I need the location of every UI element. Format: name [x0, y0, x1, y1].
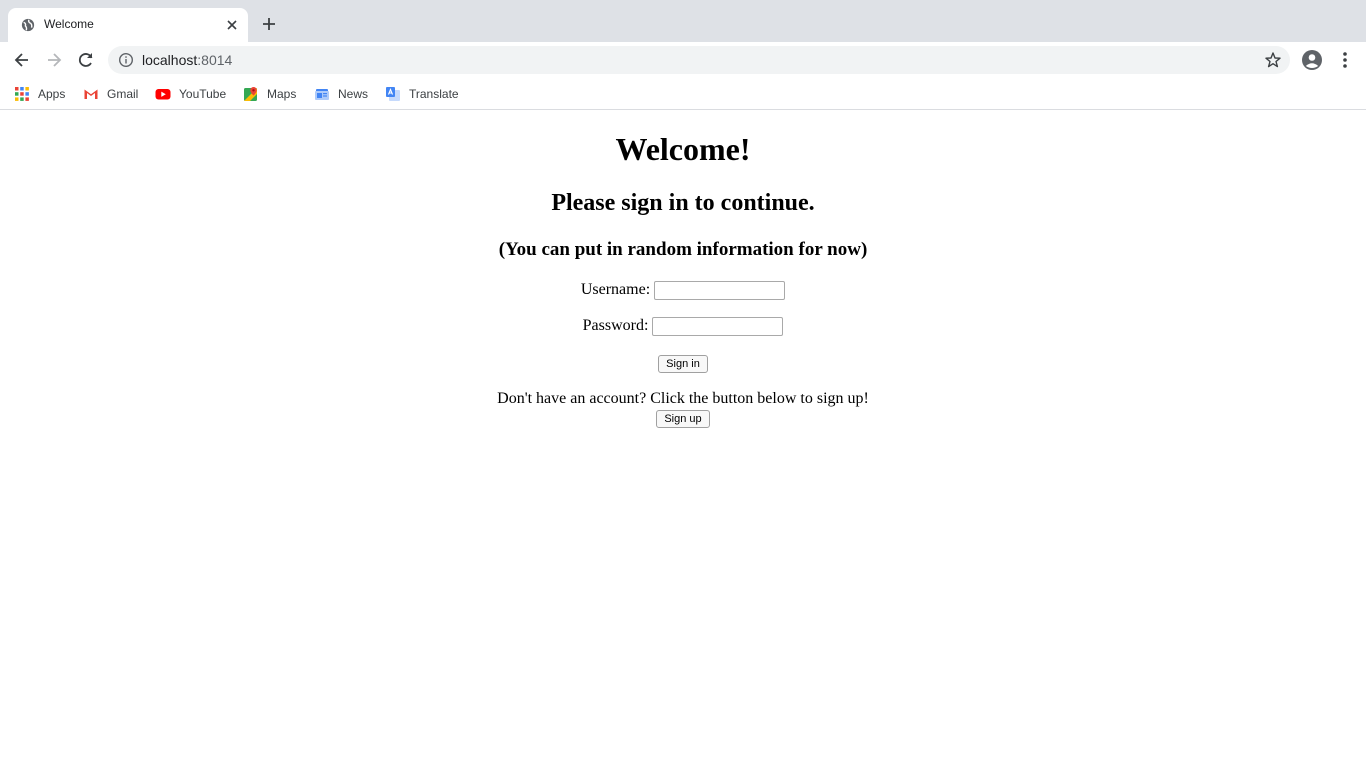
- globe-icon: [21, 18, 35, 32]
- bookmark-gmail[interactable]: Gmail: [83, 84, 138, 104]
- bookmark-label: YouTube: [179, 87, 227, 101]
- signup-row: Sign up: [0, 410, 1366, 428]
- page-note: (You can put in random information for n…: [498, 239, 868, 260]
- apps-grid-icon: [15, 87, 29, 101]
- bookmark-label: Apps: [38, 87, 66, 101]
- page-title: Welcome!: [615, 131, 751, 167]
- tab-title: Welcome: [44, 17, 94, 31]
- password-row: Password:: [0, 314, 1366, 338]
- sign-in-button[interactable]: Sign in: [658, 355, 708, 373]
- youtube-icon: [155, 89, 171, 100]
- username-input[interactable]: [654, 280, 786, 300]
- info-icon[interactable]: [118, 52, 134, 68]
- news-icon: [315, 89, 329, 100]
- more-vert-icon[interactable]: [1336, 50, 1354, 70]
- url-text: localhost:8014: [142, 52, 232, 68]
- bookmarks-bar: Apps Gmail YouTube Maps News Translate: [0, 78, 1366, 110]
- maps-icon: [244, 87, 257, 101]
- forward-icon[interactable]: [44, 50, 64, 70]
- profile-icon[interactable]: [1301, 49, 1323, 71]
- page-subtitle: Please sign in to continue.: [551, 190, 815, 216]
- url-host: localhost: [142, 52, 198, 68]
- address-bar[interactable]: localhost:8014: [108, 46, 1290, 74]
- username-row: Username:: [0, 278, 1366, 302]
- password-input[interactable]: [652, 316, 784, 336]
- gmail-icon: [84, 89, 98, 99]
- tab-strip: Welcome: [0, 0, 1366, 42]
- bookmark-label: Maps: [267, 87, 297, 101]
- signup-prompt: Don't have an account? Click the button …: [497, 390, 869, 407]
- bookmark-youtube[interactable]: YouTube: [155, 84, 226, 104]
- reload-icon[interactable]: [76, 50, 96, 70]
- bookmark-label: News: [338, 87, 369, 101]
- browser-tab[interactable]: Welcome: [8, 8, 248, 42]
- password-label: Password:: [582, 317, 649, 334]
- bookmark-label: Gmail: [107, 87, 139, 101]
- bookmark-maps[interactable]: Maps: [243, 84, 296, 104]
- signin-row: Sign in: [0, 355, 1366, 373]
- browser-toolbar: localhost:8014: [0, 42, 1366, 78]
- plus-icon[interactable]: [259, 14, 279, 34]
- sign-up-button[interactable]: Sign up: [656, 410, 710, 428]
- username-label: Username:: [580, 281, 651, 298]
- back-icon[interactable]: [12, 50, 32, 70]
- bookmark-translate[interactable]: Translate: [385, 84, 459, 104]
- page-content: Welcome! Please sign in to continue. (Yo…: [0, 111, 1366, 768]
- bookmark-label: Translate: [409, 87, 459, 101]
- bookmark-apps[interactable]: Apps: [14, 84, 65, 104]
- translate-icon: [386, 87, 400, 101]
- close-icon[interactable]: [224, 17, 240, 33]
- url-port: :8014: [197, 52, 233, 68]
- bookmark-news[interactable]: News: [314, 84, 368, 104]
- star-icon[interactable]: [1264, 51, 1282, 69]
